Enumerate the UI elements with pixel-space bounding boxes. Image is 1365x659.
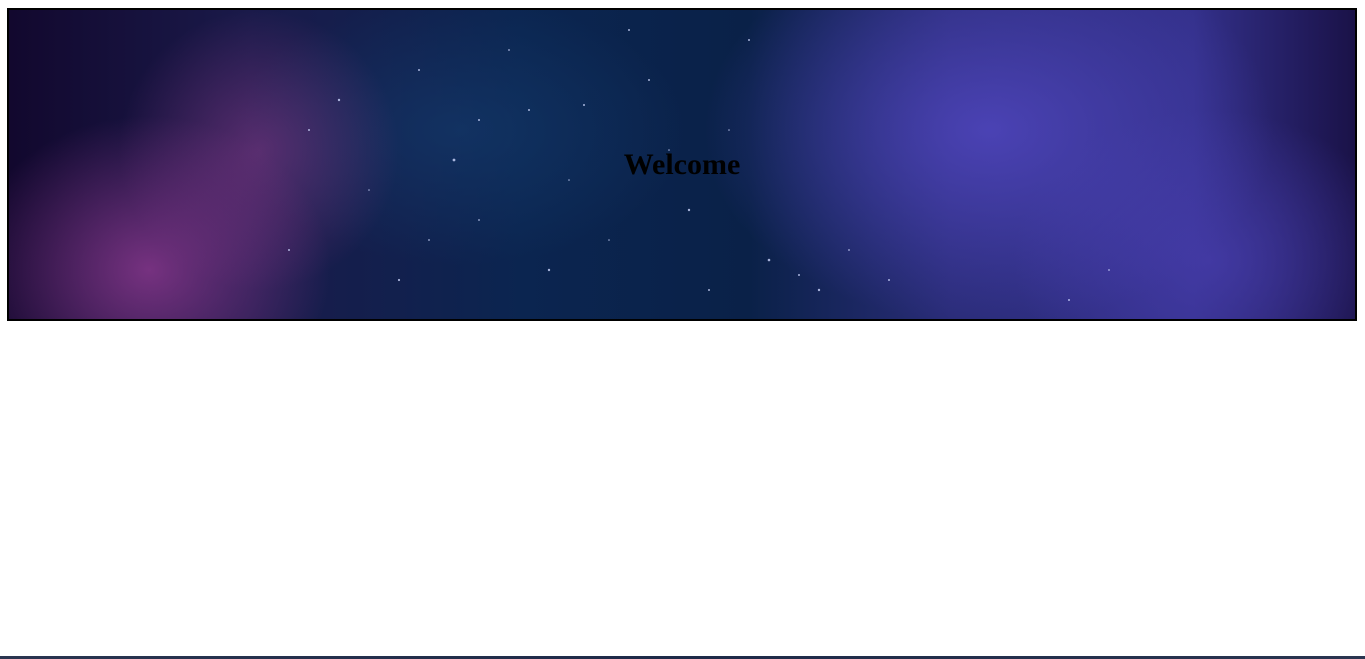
welcome-heading: Welcome (623, 148, 741, 181)
hero-banner: Welcome (7, 8, 1357, 321)
